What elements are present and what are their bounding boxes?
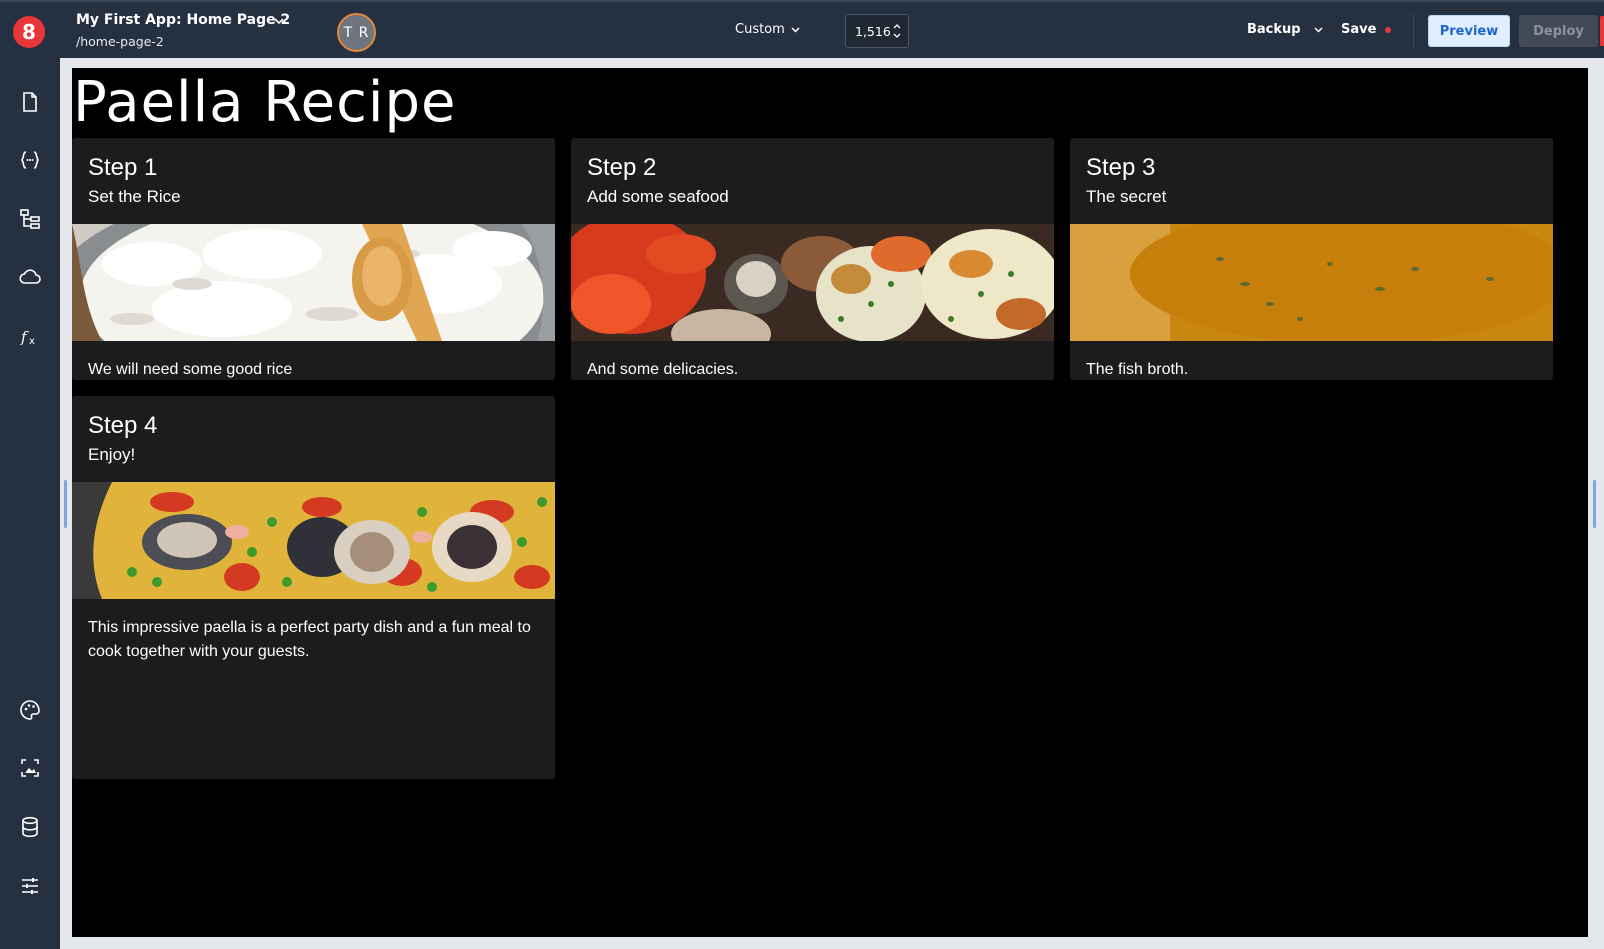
- unsaved-indicator: [1385, 26, 1392, 33]
- svg-text:x: x: [29, 336, 35, 347]
- database-icon[interactable]: [18, 815, 42, 839]
- page-route: /home-page-2: [76, 34, 164, 49]
- card-step-title: Step 4: [88, 412, 158, 439]
- step-card[interactable]: Step 2 Add some seafood And some delicac…: [571, 138, 1054, 380]
- chevron-down-icon[interactable]: [272, 14, 286, 28]
- step-card[interactable]: Step 1 Set the Rice We will need some go…: [72, 138, 555, 380]
- backup-button[interactable]: Backup: [1247, 22, 1324, 37]
- card-subtitle: The secret: [1086, 187, 1167, 206]
- page-icon[interactable]: [18, 90, 42, 114]
- deploy-button[interactable]: Deploy: [1519, 15, 1598, 47]
- save-label: Save: [1341, 22, 1377, 37]
- preview-button[interactable]: Preview: [1428, 15, 1510, 47]
- app-title[interactable]: My First App: Home Page 2: [76, 12, 290, 28]
- palette-icon[interactable]: [18, 698, 42, 722]
- page-canvas[interactable]: Paella Recipe Step 1 Set the Rice We wil…: [72, 68, 1588, 937]
- card-description: And some delicacies.: [587, 361, 739, 378]
- canvas-resize-handle-right[interactable]: [1593, 480, 1596, 528]
- avatar[interactable]: T R: [337, 13, 376, 52]
- svg-text:f: f: [20, 328, 29, 346]
- stepper-arrows-icon[interactable]: [892, 20, 902, 42]
- fish-broth-image: [1070, 224, 1553, 341]
- assets-icon[interactable]: [18, 756, 42, 780]
- svg-text:8: 8: [22, 20, 36, 44]
- canvas-frame: Paella Recipe Step 1 Set the Rice We wil…: [60, 58, 1604, 949]
- canvas-width-value: 1,516: [855, 24, 891, 39]
- step-card[interactable]: Step 3 The secret The fish broth.: [1070, 138, 1553, 380]
- backup-label: Backup: [1247, 22, 1301, 37]
- canvas-width-input[interactable]: 1,516: [845, 14, 909, 48]
- top-bar: 8 My First App: Home Page 2 /home-page-2…: [0, 0, 1604, 58]
- left-sidebar: f x: [0, 58, 60, 949]
- card-description: We will need some good rice: [88, 361, 293, 378]
- chevron-down-icon: [791, 27, 800, 33]
- edge-indicator: [1600, 16, 1604, 46]
- seafood-platter-image: [571, 224, 1054, 341]
- rice-bowl-image: [72, 224, 555, 341]
- card-description: This impressive paella is a perfect part…: [88, 619, 531, 660]
- card-subtitle: Enjoy!: [88, 445, 136, 464]
- app-logo[interactable]: 8: [13, 16, 45, 48]
- paella-image: [72, 482, 555, 599]
- logo-icon: 8: [22, 20, 36, 44]
- save-button[interactable]: Save: [1341, 22, 1392, 37]
- device-select[interactable]: Custom: [735, 22, 801, 37]
- chevron-down-icon: [1314, 27, 1323, 33]
- card-step-title: Step 1: [88, 154, 158, 181]
- card-description: The fish broth.: [1086, 361, 1189, 378]
- device-select-label: Custom: [735, 22, 785, 37]
- page-title[interactable]: Paella Recipe: [73, 68, 456, 138]
- canvas-resize-handle-left[interactable]: [64, 480, 67, 528]
- card-subtitle: Set the Rice: [88, 187, 181, 206]
- card-subtitle: Add some seafood: [587, 187, 729, 206]
- function-icon[interactable]: f x: [18, 324, 42, 348]
- card-step-title: Step 2: [587, 154, 657, 181]
- component-tree-icon[interactable]: [18, 207, 42, 231]
- cloud-icon[interactable]: [18, 265, 42, 289]
- variables-icon[interactable]: [18, 148, 42, 172]
- settings-sliders-icon[interactable]: [18, 874, 42, 898]
- card-step-title: Step 3: [1086, 154, 1156, 181]
- step-card[interactable]: Step 4 Enjoy! This impressive paella is …: [72, 396, 555, 779]
- divider: [1413, 14, 1414, 48]
